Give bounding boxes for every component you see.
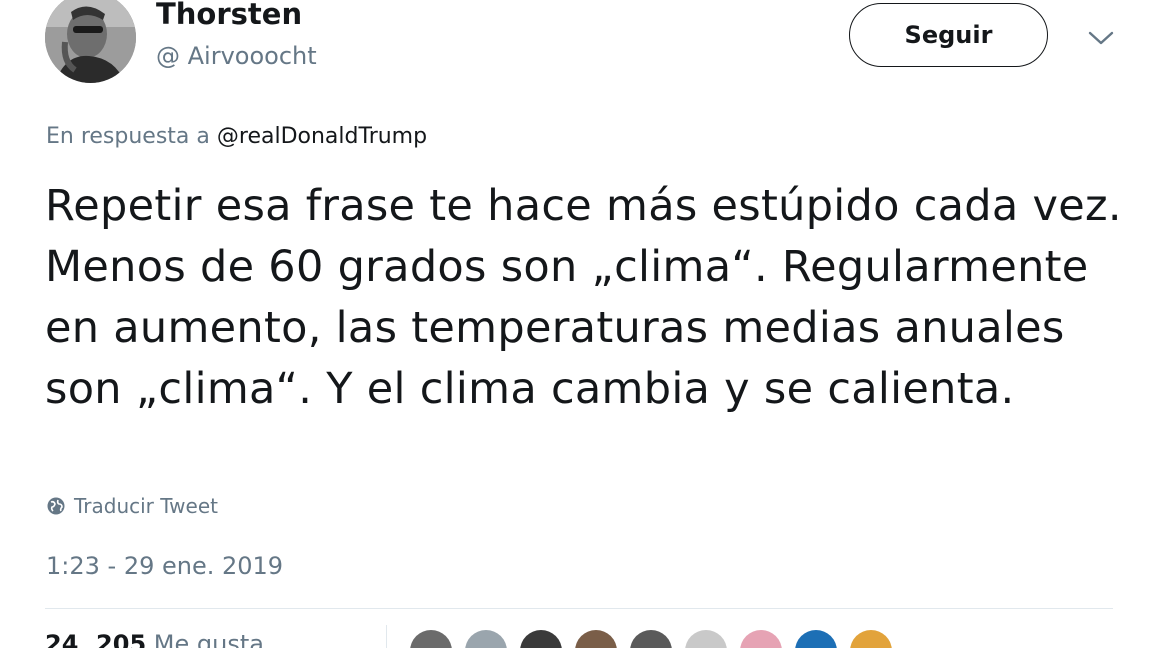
liker-avatar[interactable] [795, 630, 837, 648]
liker-avatar[interactable] [410, 630, 452, 648]
reply-prefix: En respuesta a [46, 124, 210, 149]
liker-avatar[interactable] [520, 630, 562, 648]
stats-divider [386, 625, 387, 648]
timestamp[interactable]: 1:23 - 29 ene. 2019 [46, 552, 283, 580]
follow-button[interactable]: Seguir [849, 3, 1048, 67]
tweet-stats: 24 205 Me gusta [45, 630, 274, 648]
globe-icon [46, 496, 66, 516]
translate-label: Traducir Tweet [74, 494, 218, 518]
tweet-text: Repetir esa frase te hace más estúpido c… [45, 181, 1122, 414]
reply-context: En respuesta a @realDonaldTrump [46, 123, 427, 152]
likes-count[interactable]: 205 [96, 630, 146, 648]
avatar[interactable] [45, 0, 136, 83]
likes-label[interactable]: Me gusta [154, 630, 264, 648]
display-name[interactable]: Thorsten [156, 0, 302, 32]
screen-name[interactable]: @ Airvooocht [156, 42, 317, 71]
avatar-image [45, 0, 136, 83]
translate-tweet-link[interactable]: Traducir Tweet [46, 494, 218, 518]
liker-avatar[interactable] [850, 630, 892, 648]
liker-avatar[interactable] [740, 630, 782, 648]
chevron-down-icon[interactable] [1086, 26, 1116, 50]
liker-avatar[interactable] [575, 630, 617, 648]
reply-mention-link[interactable]: @realDonaldTrump [217, 124, 427, 149]
tweet: Thorsten @ Airvooocht Seguir En respuest… [0, 0, 1152, 648]
liker-avatar[interactable] [685, 630, 727, 648]
liker-avatar[interactable] [630, 630, 672, 648]
divider [45, 608, 1113, 609]
retweets-count[interactable]: 24 [45, 630, 78, 648]
liker-avatar[interactable] [465, 630, 507, 648]
